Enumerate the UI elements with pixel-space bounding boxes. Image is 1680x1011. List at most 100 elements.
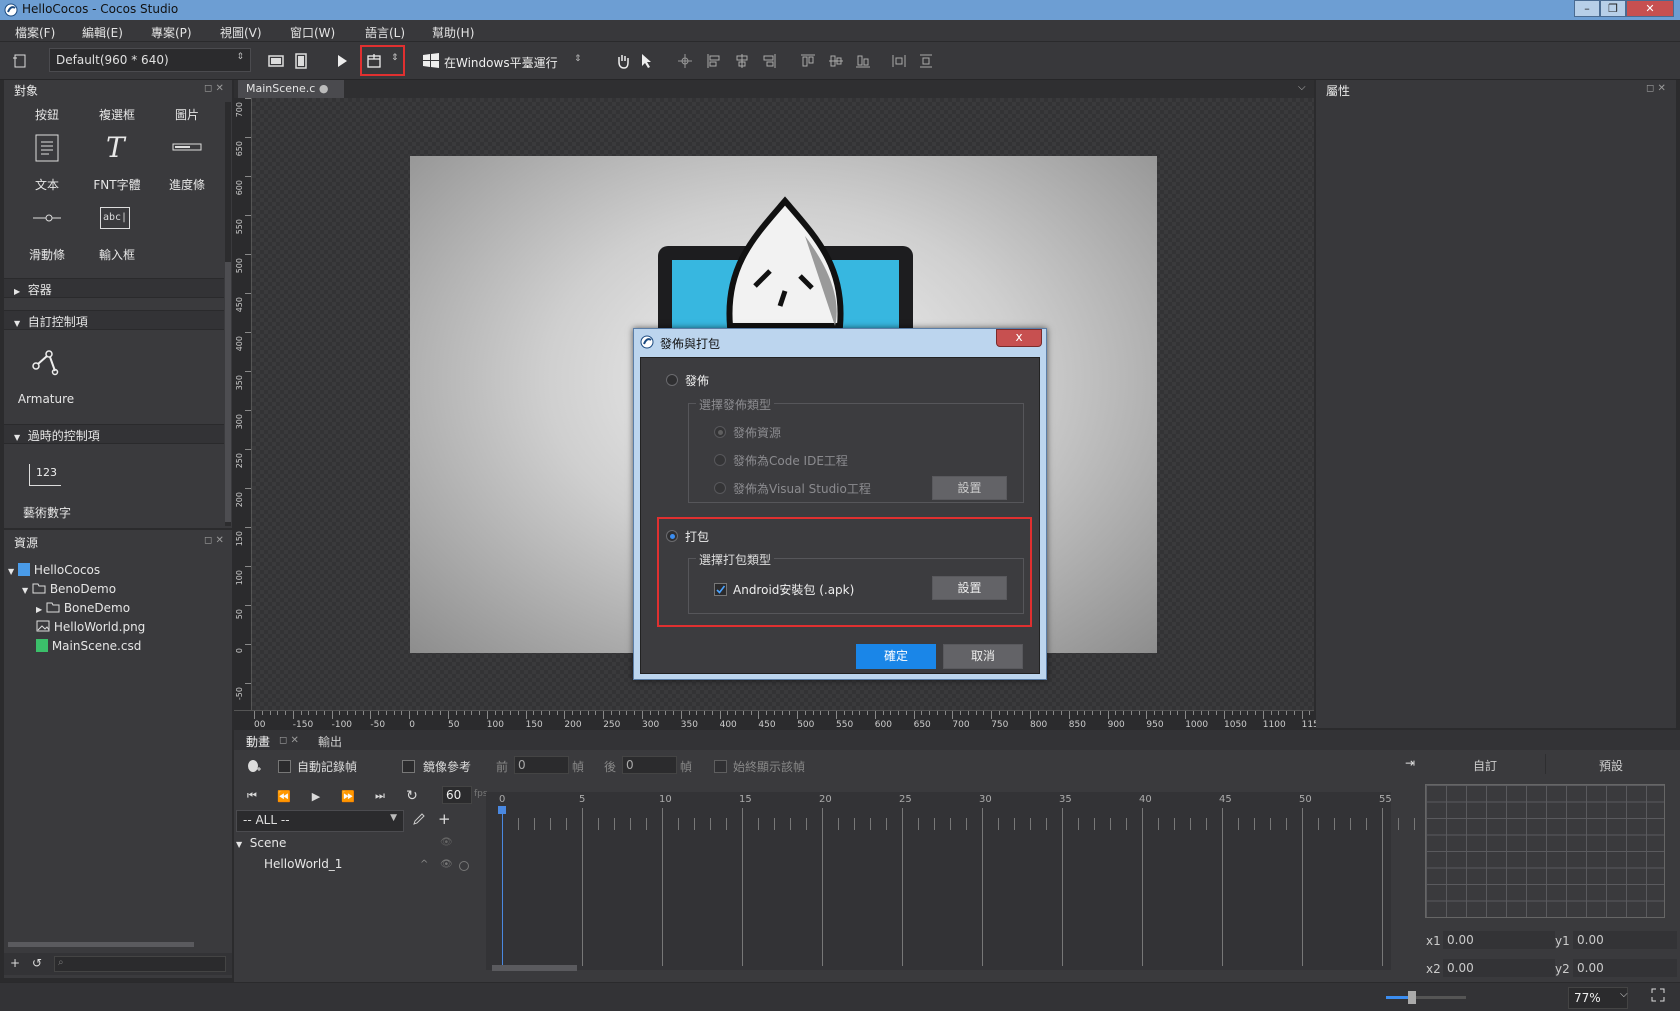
publish-dropdown-icon[interactable]: ⇕: [391, 53, 399, 63]
auto-record-checkbox[interactable]: [278, 760, 291, 773]
always-show-checkbox[interactable]: [714, 760, 727, 773]
zoom-slider-handle[interactable]: [1408, 991, 1416, 1004]
tree-item-file[interactable]: HelloWorld.png: [36, 620, 145, 639]
object-fnt-label[interactable]: FNT字體: [87, 176, 147, 193]
section-custom-controls[interactable]: ▼ 自訂控制項: [4, 310, 224, 330]
tab-animation[interactable]: 動畫: [246, 733, 270, 750]
timeline-hscrollbar[interactable]: [492, 965, 577, 971]
object-checkbox-label[interactable]: 複選框: [87, 106, 147, 123]
align-top-icon[interactable]: [797, 50, 819, 72]
package-radio[interactable]: [666, 530, 678, 542]
object-slider-label[interactable]: 滑動條: [17, 246, 77, 263]
tree-item-folder[interactable]: ▶ BoneDemo: [36, 601, 130, 620]
menu-file[interactable]: 檔案(F): [15, 24, 55, 41]
menu-help[interactable]: 幫助(H): [432, 24, 474, 41]
tab-output[interactable]: 輸出: [318, 733, 342, 750]
fps-input[interactable]: 60: [442, 786, 472, 804]
object-textfield-label[interactable]: 輸入框: [87, 246, 147, 263]
add-icon[interactable]: +: [10, 956, 20, 970]
timeline-node-scene[interactable]: ▼ Scene: [236, 836, 286, 855]
tab-list-icon[interactable]: ⌵: [1298, 82, 1306, 93]
panel-float-icon[interactable]: ◻ ✕: [204, 535, 224, 546]
section-deprecated[interactable]: ▼ 過時的控制項: [4, 424, 224, 444]
panel-float-icon[interactable]: ◻ ✕: [1646, 83, 1666, 94]
play-icon[interactable]: [331, 50, 353, 72]
align-bottom-icon[interactable]: [852, 50, 874, 72]
mirror-ref-checkbox[interactable]: [402, 760, 415, 773]
publish-resources-radio[interactable]: [714, 426, 726, 438]
textfield-icon[interactable]: abc|: [100, 207, 130, 229]
align-right-icon[interactable]: [758, 50, 780, 72]
add-keyframe-icon[interactable]: [246, 758, 262, 774]
anchor-icon[interactable]: [674, 50, 696, 72]
atlas-label-icon[interactable]: 123: [29, 464, 61, 486]
publish-icon[interactable]: [363, 50, 385, 72]
object-armature-label[interactable]: Armature: [16, 392, 76, 406]
prev-frame-input[interactable]: 0: [514, 756, 569, 774]
new-file-icon[interactable]: [9, 50, 31, 72]
visibility-eye-icon[interactable]: 👁: [440, 837, 453, 848]
slider-icon[interactable]: [32, 213, 62, 223]
publish-settings-button[interactable]: 設置: [932, 476, 1007, 500]
minimize-button[interactable]: –: [1574, 0, 1600, 17]
resources-hscrollbar[interactable]: [8, 942, 194, 947]
y2-input[interactable]: 0.00: [1573, 959, 1677, 977]
fit-screen-icon[interactable]: [1650, 987, 1666, 1003]
run-target-select[interactable]: 在Windows平臺運行 ⇕: [422, 50, 588, 72]
distribute-h-icon[interactable]: [888, 50, 910, 72]
menu-view[interactable]: 視圖(V): [220, 24, 262, 41]
menu-project[interactable]: 專案(P): [151, 24, 192, 41]
object-progress-label[interactable]: 進度條: [157, 176, 217, 193]
objects-scrollbar[interactable]: [225, 102, 231, 526]
y1-input[interactable]: 0.00: [1573, 931, 1677, 949]
dialog-close-button[interactable]: x: [996, 329, 1042, 347]
tree-item-project[interactable]: ▼ HelloCocos: [8, 563, 100, 582]
tab-mainscene[interactable]: MainScene.c ●: [238, 80, 344, 98]
hand-tool-icon[interactable]: [612, 50, 634, 72]
publish-codeide-radio[interactable]: [714, 454, 726, 466]
x2-input[interactable]: 0.00: [1443, 959, 1555, 977]
object-atlas-label[interactable]: 藝術數字: [17, 504, 77, 521]
timeline-area[interactable]: 0 5 10 15 20 25 30 35 40 45 50 55: [486, 792, 1447, 970]
add-node-icon[interactable]: +: [438, 810, 451, 828]
curve-tab-custom[interactable]: 自訂: [1421, 754, 1546, 774]
edit-icon[interactable]: [412, 812, 430, 830]
fnt-font-icon[interactable]: T: [106, 134, 125, 162]
select-tool-icon[interactable]: [636, 50, 658, 72]
armature-icon[interactable]: [31, 348, 61, 378]
playhead-marker[interactable]: [498, 806, 506, 814]
node-filter-select[interactable]: -- ALL -- ▼: [236, 810, 404, 832]
close-window-button[interactable]: ✕: [1626, 0, 1674, 17]
landscape-icon[interactable]: [265, 50, 287, 72]
last-frame-icon[interactable]: ⏭: [372, 788, 388, 804]
next-frame-input[interactable]: 0: [622, 756, 677, 774]
prev-frame-icon[interactable]: ⏪: [276, 788, 292, 804]
portrait-icon[interactable]: [290, 50, 312, 72]
align-center-v-icon[interactable]: [825, 50, 847, 72]
align-center-h-icon[interactable]: [731, 50, 753, 72]
object-button-label[interactable]: 按鈕: [17, 106, 77, 123]
publish-radio[interactable]: [666, 374, 678, 386]
zoom-slider[interactable]: [1386, 991, 1466, 1004]
timeline-node-helloworld[interactable]: HelloWorld_1: [264, 857, 342, 876]
package-settings-button[interactable]: 設置: [932, 576, 1007, 600]
zoom-input[interactable]: 77%: [1568, 987, 1628, 1009]
restore-button[interactable]: ❐: [1600, 0, 1626, 17]
first-frame-icon[interactable]: ⏮: [244, 788, 260, 804]
resource-search-input[interactable]: ⌕: [54, 956, 226, 972]
loop-icon[interactable]: ↻: [404, 788, 420, 804]
play-animation-icon[interactable]: ▶: [308, 788, 324, 804]
object-image-label[interactable]: 圖片: [157, 106, 217, 123]
ok-button[interactable]: 確定: [856, 644, 936, 669]
menu-edit[interactable]: 編輯(E): [82, 24, 123, 41]
section-containers[interactable]: ▶ 容器: [4, 278, 224, 298]
resolution-select[interactable]: Default(960 * 640) ⇕: [49, 48, 251, 72]
distribute-v-icon[interactable]: [915, 50, 937, 72]
publish-vs-radio[interactable]: [714, 482, 726, 494]
chevron-down-icon[interactable]: ⌵: [1620, 989, 1628, 1000]
refresh-icon[interactable]: ↺: [32, 956, 42, 970]
panel-float-icon[interactable]: ◻ ✕: [279, 735, 299, 746]
curve-tab-preset[interactable]: 預設: [1547, 754, 1679, 774]
cancel-button[interactable]: 取消: [943, 644, 1023, 669]
x1-input[interactable]: 0.00: [1443, 931, 1555, 949]
